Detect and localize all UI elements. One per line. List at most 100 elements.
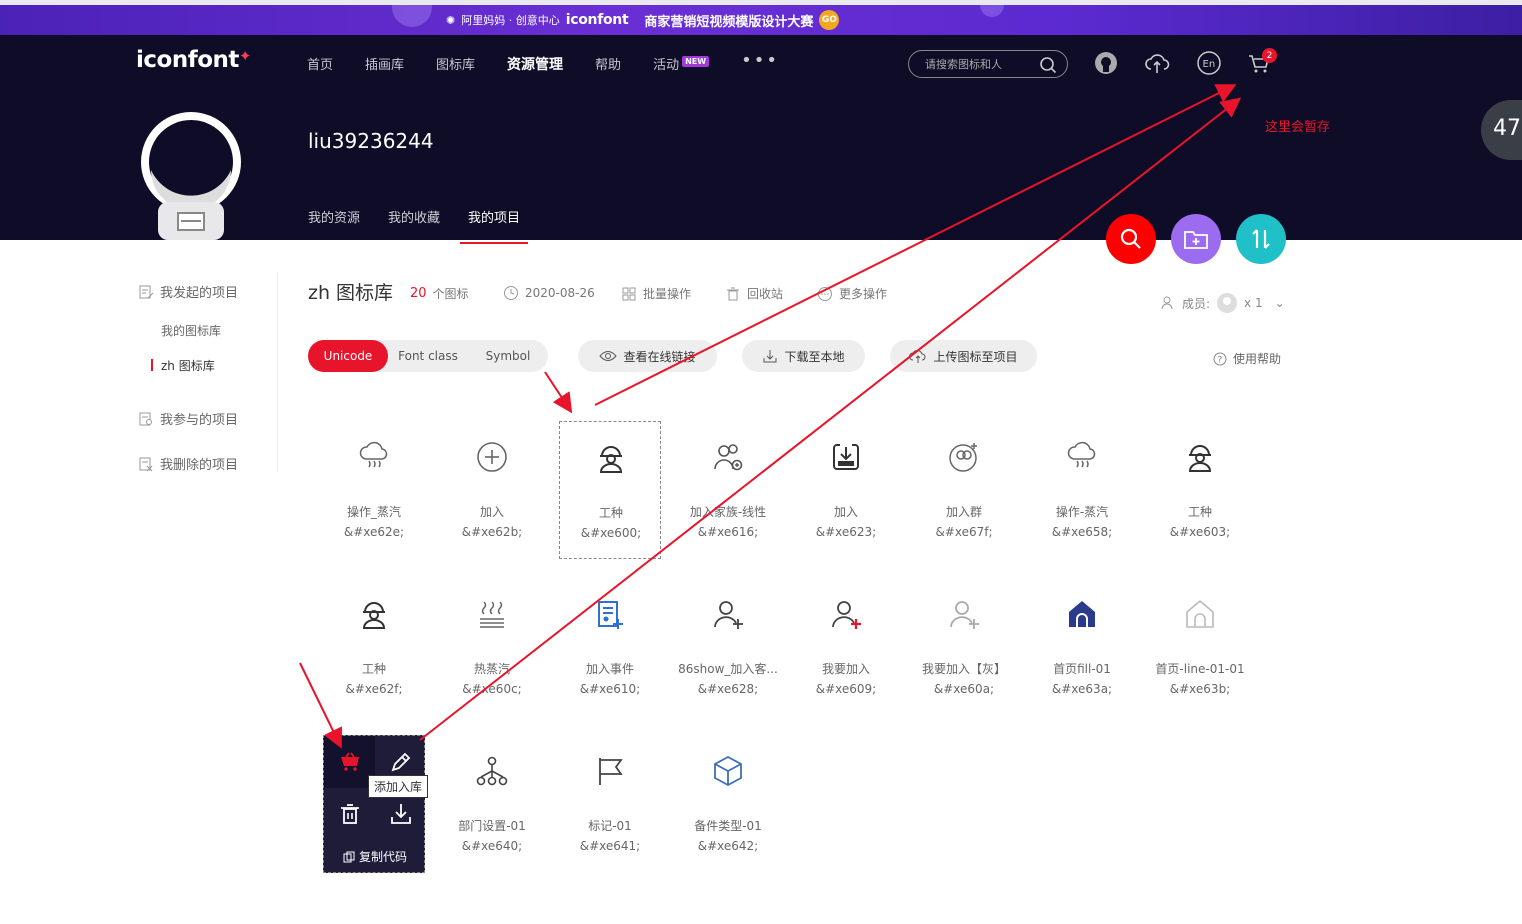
sidebar-item-deleted[interactable]: 我删除的项目: [138, 454, 238, 473]
icon-card[interactable]: 热蒸汽 &#xe60c;: [441, 578, 543, 716]
icon-card[interactable]: 我要加入【灰】 &#xe60a;: [913, 578, 1015, 716]
project-title: zh 图标库: [308, 282, 394, 304]
nav-home[interactable]: 首页: [307, 54, 333, 74]
banner-decoration: [980, 5, 1004, 17]
icon-card[interactable]: 操作-蒸汽 &#xe658;: [1031, 421, 1133, 559]
steam-cloud-icon: [1067, 441, 1096, 468]
sidebar-item-zh-library[interactable]: zh 图标库: [151, 357, 215, 374]
icon-name: 加入: [479, 505, 504, 519]
sidebar-item-my-library[interactable]: 我的图标库: [161, 322, 221, 339]
user-edit-icon: [1161, 296, 1173, 310]
icon-count: 20 个图标: [410, 286, 469, 301]
nav-illustrations[interactable]: 插画库: [365, 54, 404, 74]
add-user-icon: [714, 601, 743, 629]
copy-code-button[interactable]: 复制代码: [324, 848, 426, 865]
icon-name: 操作_蒸汽: [346, 505, 401, 519]
icon-card[interactable]: 加入群 &#xe67f;: [913, 421, 1015, 559]
svg-text:En: En: [1203, 59, 1216, 70]
icon-card[interactable]: 86show_加入客... &#xe628;: [677, 578, 779, 716]
upload-cloud-icon[interactable]: [1144, 50, 1170, 76]
icon-card[interactable]: 标记-01 &#xe641;: [559, 735, 661, 873]
icon-name: 部门设置-01: [458, 819, 526, 833]
project-date: 2020-08-26: [503, 285, 595, 301]
icon-card[interactable]: 备件类型-01 &#xe642;: [677, 735, 779, 873]
worker-icon: [362, 602, 386, 629]
icon-code: &#xe600;: [580, 526, 642, 540]
document-edit-icon: [139, 285, 154, 298]
icon-card[interactable]: 工种 &#xe600;: [559, 421, 661, 559]
tab-my-favorites[interactable]: 我的收藏: [388, 207, 440, 244]
sidebar-item-initiated[interactable]: 我发起的项目: [138, 282, 238, 301]
language-en-icon[interactable]: En: [1196, 50, 1222, 76]
icon-code: &#xe641;: [579, 839, 641, 853]
mode-font-class[interactable]: Font class: [388, 340, 468, 372]
search-input[interactable]: [925, 57, 1035, 71]
banner-title: 商家营销短视频模版设计大赛: [644, 14, 814, 30]
github-icon[interactable]: [1093, 50, 1119, 76]
icon-card[interactable]: 工种 &#xe62f;: [323, 578, 425, 716]
icon-card[interactable]: 加入 &#xe623;: [795, 421, 897, 559]
icon-card[interactable]: 我要加入 &#xe609;: [795, 578, 897, 716]
plus-circle-icon: [477, 442, 507, 472]
icon-code: &#xe60c;: [462, 682, 522, 696]
tab-my-projects[interactable]: 我的项目: [460, 207, 529, 244]
pencil-icon: [391, 752, 410, 772]
icon-name: 热蒸汽: [473, 662, 510, 676]
avatar[interactable]: [138, 110, 244, 240]
upload-cloud-icon: [909, 350, 926, 363]
icon-code: &#xe609;: [815, 682, 877, 696]
search-box: [908, 50, 1068, 78]
steam-cloud-icon: [359, 441, 388, 468]
promo-banner[interactable]: ✺ 阿里妈妈 · 创意中心 iconfont 商家营销短视频模版设计大赛 GO: [0, 5, 1522, 35]
trash-icon: [727, 287, 739, 300]
batch-operation-button[interactable]: 批量操作: [621, 285, 691, 302]
float-sort-button[interactable]: [1236, 214, 1286, 264]
clock-icon: [504, 286, 518, 300]
icon-card[interactable]: 加入 &#xe62b;: [441, 421, 543, 559]
nav-icon-library[interactable]: 图标库: [436, 54, 475, 74]
annotation-text: 这里会暂存: [1265, 120, 1331, 135]
icon-code: &#xe610;: [579, 682, 641, 696]
username: liu39236244: [308, 129, 434, 153]
icon-card[interactable]: 首页-line-01-01 &#xe63b;: [1149, 578, 1251, 716]
members-control[interactable]: 成员: x 1 ⌄: [1160, 292, 1285, 314]
mode-symbol[interactable]: Symbol: [468, 340, 548, 372]
search-icon: [1120, 228, 1141, 249]
nav-activity[interactable]: 活动 NEW: [653, 54, 710, 74]
icon-card[interactable]: 加入家族-线性 &#xe616;: [677, 421, 779, 559]
icon-card[interactable]: 操作_蒸汽 &#xe62e;: [323, 421, 425, 559]
more-icon[interactable]: •••: [741, 52, 779, 74]
icon-name: 工种: [1187, 505, 1212, 519]
banner-go-button[interactable]: GO: [819, 10, 840, 30]
download-local-button[interactable]: 下载至本地: [742, 340, 865, 372]
recycle-bin-button[interactable]: 回收站: [725, 285, 783, 302]
site-header: iconfont✦ 首页 插画库 图标库 资源管理 帮助 活动NEW ••• E…: [0, 35, 1522, 244]
nav-resources[interactable]: 资源管理: [507, 54, 563, 74]
mode-unicode[interactable]: Unicode: [308, 340, 388, 372]
nav-help[interactable]: 帮助: [595, 54, 621, 74]
icon-card[interactable]: 加入事件 &#xe610;: [559, 578, 661, 716]
sidebar-item-joined[interactable]: 我参与的项目: [138, 409, 238, 428]
icon-card[interactable]: 首页fill-01 &#xe63a;: [1031, 578, 1133, 716]
float-search-button[interactable]: [1106, 214, 1156, 264]
float-new-folder-button[interactable]: [1171, 214, 1221, 264]
icon-card[interactable]: 部门设置-01 &#xe640;: [441, 735, 543, 873]
banner-brand: iconfont: [565, 12, 629, 28]
member-avatar: [1217, 293, 1238, 313]
icon-code: &#xe603;: [1169, 525, 1231, 539]
site-logo[interactable]: iconfont✦: [136, 47, 251, 73]
usage-help-link[interactable]: ? 使用帮助: [1213, 350, 1281, 367]
search-icon[interactable]: [1039, 56, 1057, 74]
icon-name: 工种: [361, 662, 386, 676]
more-operations-button[interactable]: 更多操作: [817, 285, 887, 302]
icon-name: 加入事件: [585, 662, 634, 676]
tab-my-resources[interactable]: 我的资源: [308, 207, 360, 244]
icon-code: &#xe642;: [697, 839, 759, 853]
join-box-icon: [833, 443, 859, 470]
download-icon: [390, 804, 411, 824]
icon-card[interactable]: 工种 &#xe603;: [1149, 421, 1251, 559]
icon-code: &#xe63a;: [1051, 682, 1113, 696]
icon-code: &#xe63b;: [1169, 682, 1231, 696]
view-online-link-button[interactable]: 查看在线链接: [578, 340, 717, 372]
upload-icon-button[interactable]: 上传图标至项目: [890, 340, 1037, 372]
